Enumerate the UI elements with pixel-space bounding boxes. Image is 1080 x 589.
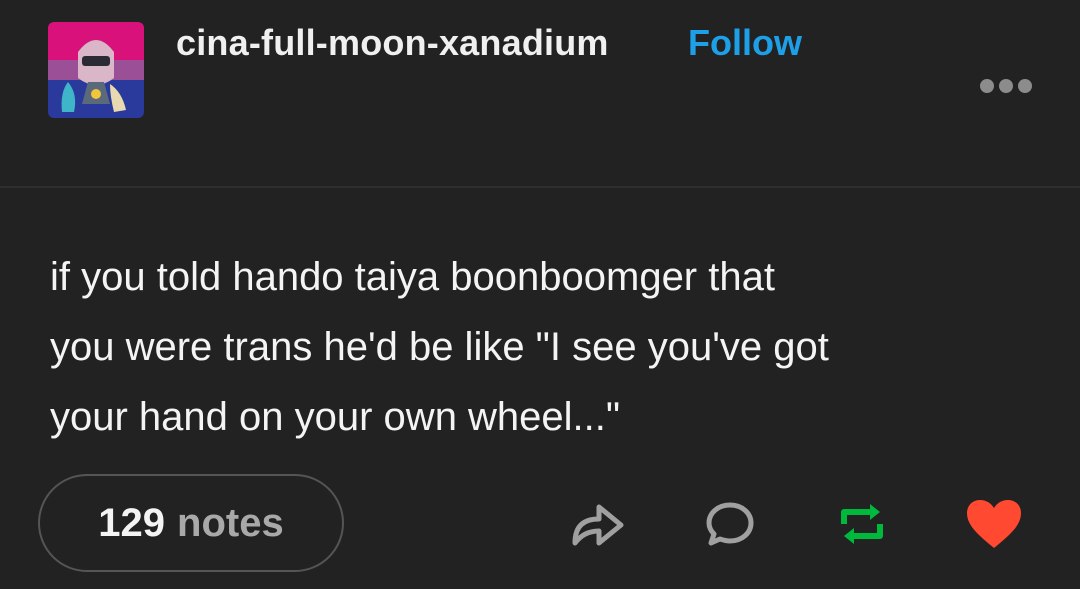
more-dot (980, 79, 994, 93)
avatar[interactable] (48, 22, 144, 118)
notes-count: 129 (98, 500, 166, 545)
post-body-line: if you told hando taiya boonboomger that (50, 255, 775, 299)
more-dot (1018, 79, 1032, 93)
post-card: cina-full-moon-xanadium Follow if you to… (0, 0, 1080, 589)
post-body-line: your hand on your own wheel..." (50, 395, 621, 439)
more-dot (999, 79, 1013, 93)
avatar-image (48, 22, 144, 118)
like-button[interactable] (964, 494, 1024, 554)
notes-button[interactable]: 129 notes (38, 474, 344, 572)
username[interactable]: cina-full-moon-xanadium (176, 22, 609, 64)
reply-button[interactable] (700, 494, 760, 554)
more-icon[interactable] (980, 76, 1036, 96)
notes-label: notes (177, 500, 284, 545)
post-body: if you told hando taiya boonboomger that… (50, 242, 1050, 452)
share-icon (572, 504, 624, 546)
heart-icon (967, 500, 1021, 548)
post-body-line: you were trans he'd be like "I see you'v… (50, 325, 829, 369)
reblog-icon (841, 504, 883, 544)
reblog-button[interactable] (832, 494, 892, 554)
follow-button[interactable]: Follow (688, 22, 802, 64)
post-header: cina-full-moon-xanadium Follow (0, 0, 1080, 186)
reply-icon (706, 502, 754, 546)
header-divider (0, 186, 1080, 188)
share-button[interactable] (568, 494, 628, 554)
